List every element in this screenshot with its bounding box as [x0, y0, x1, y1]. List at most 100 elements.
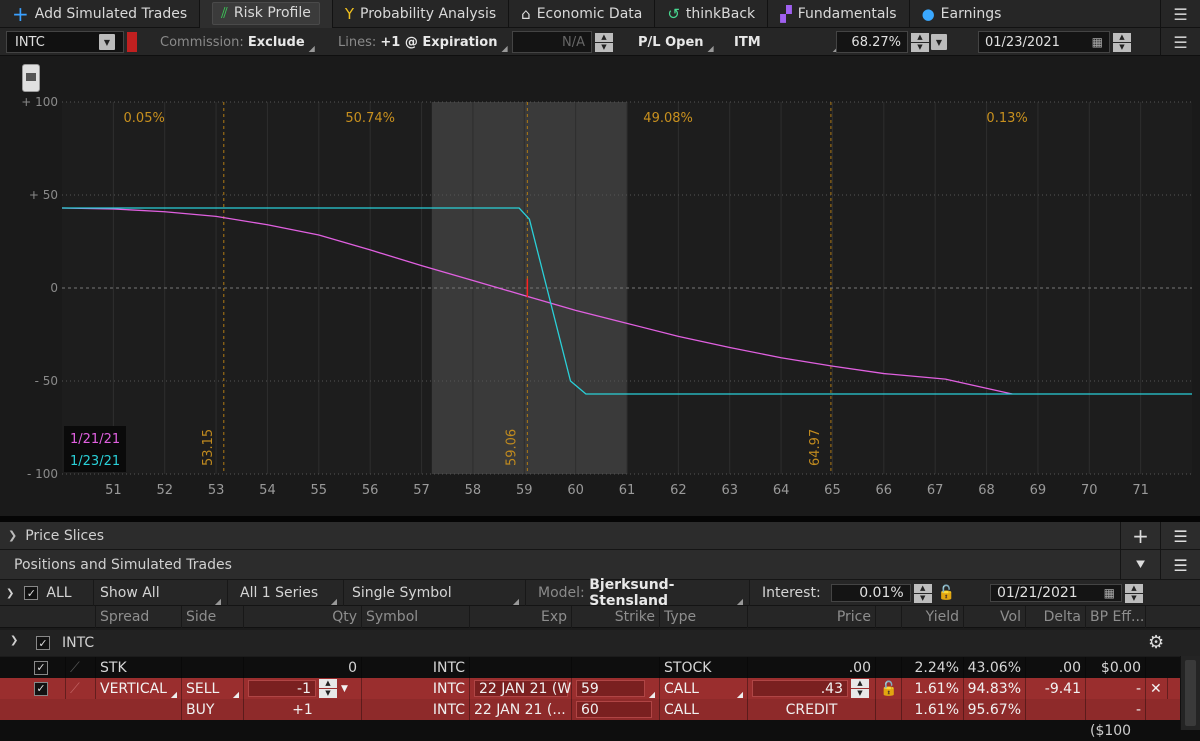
percent-input[interactable]: 68.27% ▲ ▼ ▼ [836, 31, 947, 53]
na-stepper[interactable]: N/A ▲ ▼ [512, 31, 613, 53]
stepper-arrows-icon[interactable]: ▲ ▼ [911, 32, 929, 52]
positions-date-input[interactable]: 01/21/2021 ▦ ▲ ▼ [984, 580, 1160, 606]
col-qty[interactable]: Qty [244, 606, 362, 628]
nav-add-simulated-trades[interactable]: + Add Simulated Trades [0, 0, 201, 28]
select-all-toggle[interactable]: ❯ ✓ ALL [0, 580, 94, 606]
positions-header[interactable]: Positions and Simulated Trades ⯆ ☰ [0, 550, 1200, 580]
risk-profile-icon: ⫽ [221, 4, 228, 22]
cell-qty[interactable]: 0 [244, 657, 362, 678]
calendar-icon[interactable]: ▦ [1104, 586, 1115, 600]
calendar-icon[interactable]: ▦ [1092, 35, 1103, 49]
settings-gear-icon[interactable]: ⚙ [1148, 632, 1164, 653]
col-yield[interactable]: Yield [902, 606, 964, 628]
unlock-icon[interactable]: 🔓 [938, 585, 955, 601]
cell-price[interactable]: .00 [748, 657, 876, 678]
cell-spread: STK [96, 657, 182, 678]
commission-selector[interactable]: Commission: Exclude ◢ [160, 31, 315, 54]
nav-probability-analysis[interactable]: Y Probability Analysis [333, 0, 510, 28]
cell-exp[interactable]: 22 JAN 21 (We [470, 678, 572, 699]
cell-type[interactable]: CALL ◢ [660, 678, 748, 699]
price-slices-header[interactable]: ❯ Price Slices + ☰ [0, 522, 1200, 550]
legend-entry: 1/21/21 [70, 432, 120, 447]
row-checkbox[interactable]: ✓ [34, 681, 48, 696]
group-checkbox[interactable]: ✓ [36, 636, 50, 650]
col-delta[interactable]: Delta [1026, 606, 1086, 628]
vertical-scrollbar[interactable] [1180, 656, 1200, 730]
alert-flag-icon[interactable] [127, 32, 137, 52]
list-menu-icon[interactable]: ☰ [1160, 550, 1200, 580]
unlock-icon[interactable]: 🔓 [876, 678, 902, 699]
col-price[interactable]: Price [748, 606, 876, 628]
add-slice-icon[interactable]: + [1120, 522, 1160, 550]
nav-risk-profile[interactable]: ⫽ Risk Profile [200, 0, 333, 28]
x-tick-label: 60 [567, 483, 584, 498]
cell-side[interactable]: SELL ◢ [182, 678, 244, 699]
single-symbol-selector[interactable]: Single Symbol ◢ [346, 580, 526, 606]
table-row[interactable]: ✓ ⟋ STK 0 INTC STOCK .00 2.24% 43.06% .0… [0, 657, 1200, 678]
lines-selector[interactable]: Lines: +1 @ Expiration ◢ [338, 31, 508, 54]
row-checkbox[interactable]: ✓ [34, 660, 48, 675]
chevron-down-icon[interactable]: ❯ [6, 588, 14, 599]
y-tick-label: - 50 [35, 374, 58, 388]
list-menu-icon[interactable]: ☰ [1160, 28, 1200, 56]
nav-thinkback[interactable]: ↺ thinkBack [655, 0, 769, 28]
stepper-arrows-icon[interactable]: ▲ ▼ [595, 32, 613, 52]
col-spread[interactable]: Spread [96, 606, 182, 628]
stepper-arrows-icon[interactable]: ▲ ▼ [913, 583, 932, 603]
x-tick-label: 71 [1132, 483, 1149, 498]
show-all-selector[interactable]: Show All ◢ [94, 580, 228, 606]
cell-qty[interactable]: +1 [244, 699, 362, 720]
stepper-arrows-icon[interactable]: ▲ ▼ [319, 679, 337, 699]
col-bp-effect[interactable]: BP Eff... [1086, 606, 1146, 628]
close-icon[interactable]: ✕ [1146, 678, 1168, 699]
cell-spread[interactable]: VERTICAL ◢ [96, 678, 182, 699]
model-selector[interactable]: Model: Bjerksund-Stensland ◢ [532, 577, 750, 609]
symbol-selector[interactable]: INTC ▼ [6, 31, 137, 53]
cell-delta: .00 [1026, 657, 1086, 678]
cell-strike[interactable]: 60 [572, 699, 660, 720]
chevron-down-icon[interactable]: ▼ [931, 34, 947, 50]
cell-vol: 43.06% [964, 657, 1026, 678]
corner-caret-icon: ◢ [707, 44, 714, 53]
risk-profile-svg[interactable]: 51 52 53 54 55 56 57 58 59 60 61 62 63 64 65 66 67 68 69 70… [0, 56, 1200, 516]
date-input[interactable]: 01/23/2021 ▦ ▲ ▼ [978, 31, 1131, 53]
nav-fundamentals[interactable]: ▞ Fundamentals [768, 0, 910, 28]
chevron-right-icon[interactable]: ❯ [8, 529, 17, 542]
plus-icon: + [12, 1, 29, 26]
chevron-down-icon[interactable]: ❯ [10, 635, 18, 646]
pl-open-selector[interactable]: P/L Open ◢ [638, 31, 714, 54]
cell-strike[interactable]: 59 ◢ [572, 678, 660, 699]
list-menu-icon[interactable]: ☰ [1160, 522, 1200, 550]
risk-profile-chart: 51 52 53 54 55 56 57 58 59 60 61 62 63 64 65 66 67 68 69 70… [0, 56, 1200, 516]
x-tick-label: 68 [978, 483, 995, 498]
col-type[interactable]: Type [660, 606, 748, 628]
cell-spread [96, 699, 182, 720]
series-selector[interactable]: All 1 Series ◢ [234, 580, 344, 606]
table-row[interactable]: ✓ ⟋ VERTICAL ◢ SELL ◢ -1 ▲ ▼ ▼ INTC 22 JA… [0, 678, 1200, 699]
itm-selector[interactable]: ITM ◢ [734, 31, 839, 54]
col-strike[interactable]: Strike [572, 606, 660, 628]
nav-earnings[interactable]: ● Earnings [910, 0, 1014, 28]
col-side[interactable]: Side [182, 606, 244, 628]
stepper-arrows-icon[interactable]: ▲ ▼ [851, 679, 869, 699]
cell-price[interactable]: .43 ▲ ▼ [748, 678, 876, 699]
table-row[interactable]: BUY +1 INTC 22 JAN 21 (... 60 CALL CREDI… [0, 699, 1200, 720]
positions-filter-bar: ❯ ✓ ALL Show All ◢ All 1 Series ◢ Single… [0, 577, 1200, 609]
checkbox-all[interactable]: ✓ [24, 586, 39, 600]
nav-economic-data[interactable]: ⌂ Economic Data [509, 0, 656, 28]
scrollbar-thumb[interactable] [1185, 660, 1196, 726]
collapse-arrow-icon[interactable]: ⯆ [1120, 550, 1160, 580]
x-tick-label: 61 [619, 483, 636, 498]
col-symbol[interactable]: Symbol [362, 606, 470, 628]
probability-label: 50.74% [345, 111, 395, 126]
symbol-group-row[interactable]: ❯ ✓ INTC ⚙ [0, 630, 1200, 656]
chevron-down-icon: ▼ [99, 34, 115, 50]
chevron-down-icon[interactable]: ▼ [341, 684, 348, 694]
col-exp[interactable]: Exp [470, 606, 572, 628]
interest-input[interactable]: Interest: 0.01% ▲ ▼ 🔓 [756, 580, 966, 606]
col-vol[interactable]: Vol [964, 606, 1026, 628]
stepper-arrows-icon[interactable]: ▲ ▼ [1113, 32, 1131, 52]
cell-qty[interactable]: -1 ▲ ▼ ▼ [244, 678, 362, 699]
list-menu-icon[interactable]: ☰ [1160, 0, 1200, 28]
stepper-arrows-icon[interactable]: ▲ ▼ [1125, 583, 1143, 603]
